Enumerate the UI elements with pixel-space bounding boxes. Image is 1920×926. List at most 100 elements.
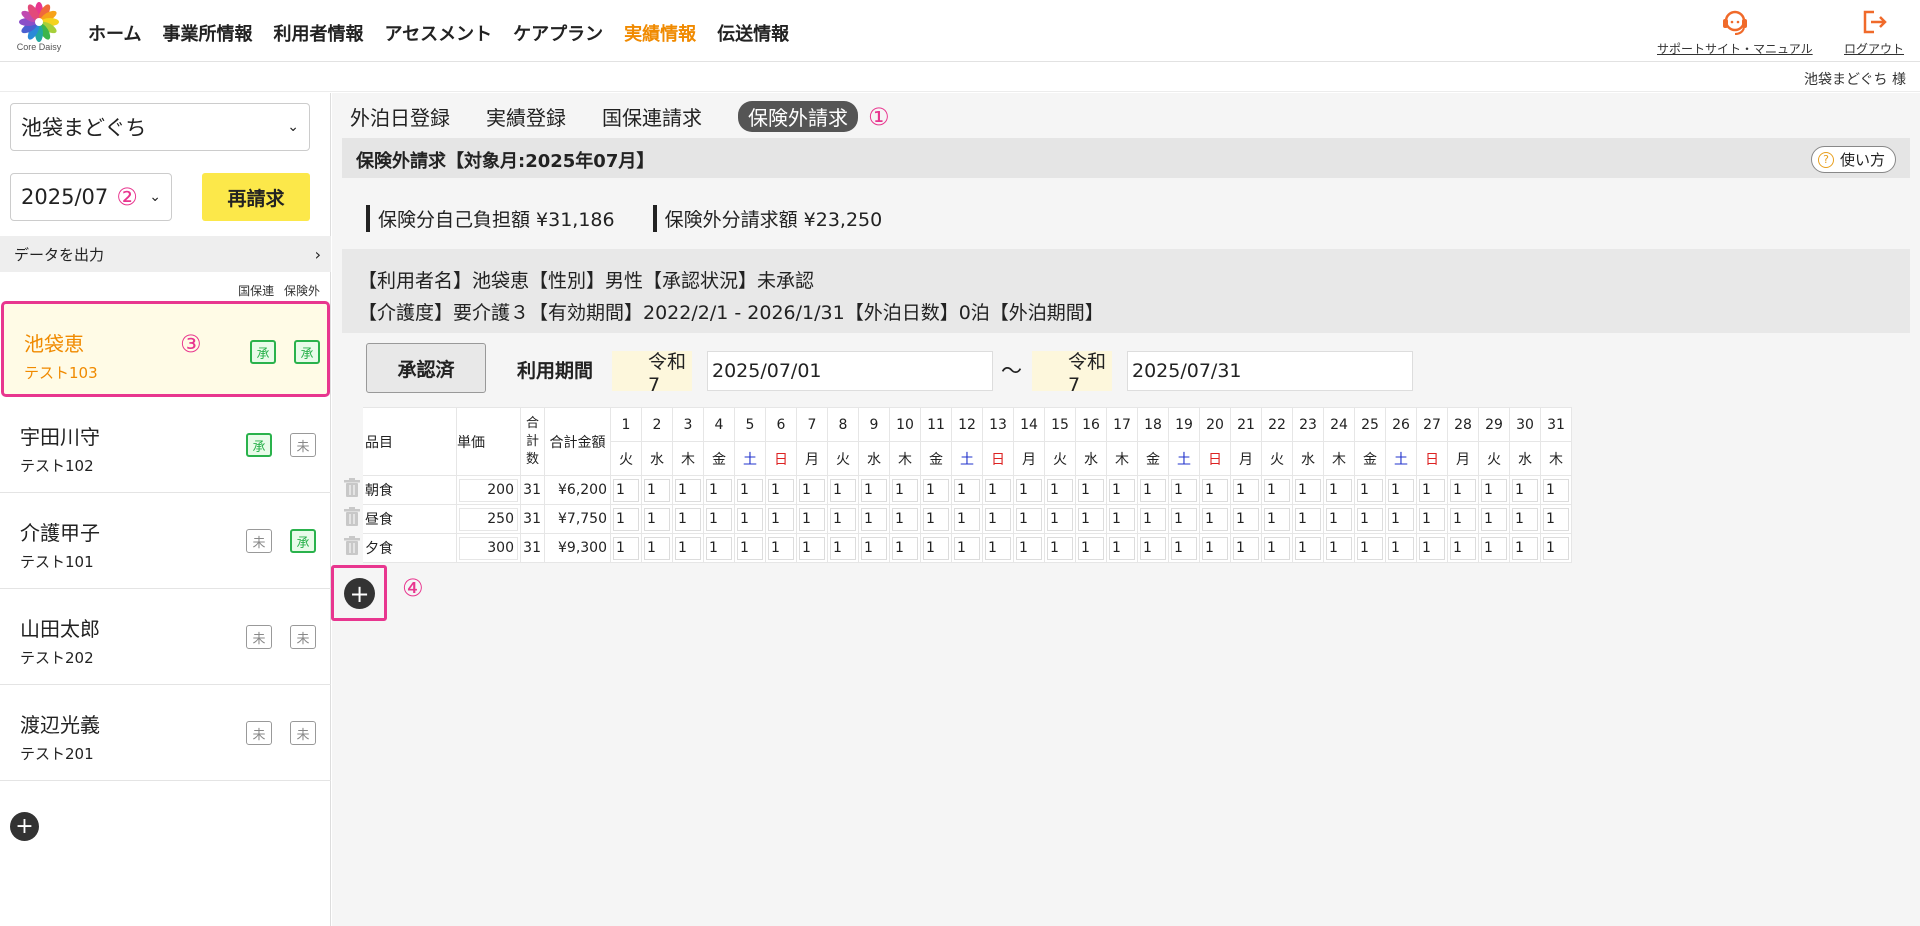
day-quantity-input[interactable]: 1: [1326, 536, 1352, 560]
day-quantity-input[interactable]: 1: [1140, 478, 1166, 502]
day-quantity-input[interactable]: 1: [892, 478, 918, 502]
tab-performance-registration[interactable]: 実績登録: [486, 102, 566, 131]
day-quantity-input[interactable]: 1: [768, 507, 794, 531]
day-quantity-input[interactable]: 1: [1140, 507, 1166, 531]
day-quantity-input[interactable]: 1: [1202, 536, 1228, 560]
day-quantity-input[interactable]: 1: [1171, 507, 1197, 531]
day-quantity-input[interactable]: 1: [799, 478, 825, 502]
day-quantity-input[interactable]: 1: [1109, 536, 1135, 560]
day-quantity-input[interactable]: 1: [1264, 478, 1290, 502]
tab-kokuho-billing[interactable]: 国保連請求: [602, 102, 702, 131]
user-list-item[interactable]: 池袋恵 テスト103 ③ 承承: [1, 301, 330, 397]
delete-row-button[interactable]: [340, 533, 363, 563]
day-quantity-input[interactable]: 1: [706, 478, 732, 502]
day-quantity-input[interactable]: 1: [1295, 536, 1321, 560]
day-quantity-input[interactable]: 1: [613, 536, 639, 560]
day-quantity-input[interactable]: 1: [675, 507, 701, 531]
delete-row-button[interactable]: [340, 475, 363, 505]
day-quantity-input[interactable]: 1: [1326, 507, 1352, 531]
day-quantity-input[interactable]: 1: [1171, 478, 1197, 502]
day-quantity-input[interactable]: 1: [1078, 478, 1104, 502]
day-quantity-input[interactable]: 1: [954, 536, 980, 560]
item-name[interactable]: 朝食: [362, 475, 457, 505]
day-quantity-input[interactable]: 1: [1481, 507, 1507, 531]
day-quantity-input[interactable]: 1: [1264, 507, 1290, 531]
approved-button[interactable]: 承認済: [366, 343, 486, 393]
day-quantity-input[interactable]: 1: [737, 507, 763, 531]
day-quantity-input[interactable]: 1: [923, 507, 949, 531]
day-quantity-input[interactable]: 1: [1450, 536, 1476, 560]
add-user-button[interactable]: +: [10, 812, 39, 841]
day-quantity-input[interactable]: 1: [1326, 478, 1352, 502]
day-quantity-input[interactable]: 1: [1388, 507, 1414, 531]
day-quantity-input[interactable]: 1: [1543, 478, 1569, 502]
day-quantity-input[interactable]: 1: [1016, 478, 1042, 502]
core-daisy-logo[interactable]: Core Daisy: [14, 2, 64, 56]
day-quantity-input[interactable]: 1: [1202, 478, 1228, 502]
day-quantity-input[interactable]: 1: [985, 507, 1011, 531]
day-quantity-input[interactable]: 1: [1233, 536, 1259, 560]
howto-button[interactable]: ? 使い方: [1810, 146, 1896, 173]
day-quantity-input[interactable]: 1: [1419, 507, 1445, 531]
day-quantity-input[interactable]: 1: [644, 507, 670, 531]
day-quantity-input[interactable]: 1: [1016, 536, 1042, 560]
start-date-input[interactable]: 2025/07/01: [707, 351, 993, 391]
day-quantity-input[interactable]: 1: [1016, 507, 1042, 531]
add-row-button[interactable]: +: [344, 578, 375, 609]
day-quantity-input[interactable]: 1: [1419, 536, 1445, 560]
day-quantity-input[interactable]: 1: [1202, 507, 1228, 531]
office-select[interactable]: 池袋まどぐち ⌄: [10, 103, 310, 151]
day-quantity-input[interactable]: 1: [768, 478, 794, 502]
day-quantity-input[interactable]: 1: [1109, 507, 1135, 531]
day-quantity-input[interactable]: 1: [706, 507, 732, 531]
day-quantity-input[interactable]: 1: [1543, 536, 1569, 560]
nav-performance-info[interactable]: 実績情報: [624, 20, 696, 46]
day-quantity-input[interactable]: 1: [1450, 507, 1476, 531]
nav-home[interactable]: ホーム: [88, 20, 141, 46]
user-list-item[interactable]: 渡辺光義 テスト201 未未: [0, 685, 331, 781]
day-quantity-input[interactable]: 1: [861, 478, 887, 502]
tab-overnight-registration[interactable]: 外泊日登録: [350, 102, 450, 131]
day-quantity-input[interactable]: 1: [1543, 507, 1569, 531]
day-quantity-input[interactable]: 1: [923, 536, 949, 560]
day-quantity-input[interactable]: 1: [1078, 536, 1104, 560]
day-quantity-input[interactable]: 1: [892, 536, 918, 560]
day-quantity-input[interactable]: 1: [1357, 536, 1383, 560]
delete-row-button[interactable]: [340, 504, 363, 534]
day-quantity-input[interactable]: 1: [923, 478, 949, 502]
day-quantity-input[interactable]: 1: [1357, 478, 1383, 502]
item-name[interactable]: 昼食: [362, 504, 457, 534]
export-data-row[interactable]: データを出力 ›: [0, 236, 331, 272]
day-quantity-input[interactable]: 1: [861, 536, 887, 560]
day-quantity-input[interactable]: 1: [830, 478, 856, 502]
user-list-item[interactable]: 宇田川守 テスト102 承未: [0, 397, 331, 493]
day-quantity-input[interactable]: 1: [1109, 478, 1135, 502]
support-site-link[interactable]: サポートサイト・マニュアル: [1657, 8, 1813, 57]
day-quantity-input[interactable]: 1: [985, 478, 1011, 502]
day-quantity-input[interactable]: 1: [1233, 478, 1259, 502]
day-quantity-input[interactable]: 1: [1481, 478, 1507, 502]
tab-uninsured-billing[interactable]: 保険外請求: [738, 101, 858, 132]
nav-transmission-info[interactable]: 伝送情報: [717, 20, 789, 46]
nav-user-info[interactable]: 利用者情報: [273, 20, 363, 46]
day-quantity-input[interactable]: 1: [613, 507, 639, 531]
unit-price-input[interactable]: 300: [459, 536, 518, 560]
day-quantity-input[interactable]: 1: [799, 507, 825, 531]
day-quantity-input[interactable]: 1: [985, 536, 1011, 560]
day-quantity-input[interactable]: 1: [675, 478, 701, 502]
day-quantity-input[interactable]: 1: [737, 536, 763, 560]
day-quantity-input[interactable]: 1: [1047, 478, 1073, 502]
day-quantity-input[interactable]: 1: [1295, 478, 1321, 502]
nav-office-info[interactable]: 事業所情報: [162, 20, 252, 46]
day-quantity-input[interactable]: 1: [1481, 536, 1507, 560]
day-quantity-input[interactable]: 1: [706, 536, 732, 560]
day-quantity-input[interactable]: 1: [1295, 507, 1321, 531]
day-quantity-input[interactable]: 1: [1388, 536, 1414, 560]
day-quantity-input[interactable]: 1: [954, 507, 980, 531]
day-quantity-input[interactable]: 1: [1512, 507, 1538, 531]
item-name[interactable]: 夕食: [362, 533, 457, 563]
day-quantity-input[interactable]: 1: [737, 478, 763, 502]
day-quantity-input[interactable]: 1: [1233, 507, 1259, 531]
day-quantity-input[interactable]: 1: [1450, 478, 1476, 502]
day-quantity-input[interactable]: 1: [1512, 478, 1538, 502]
